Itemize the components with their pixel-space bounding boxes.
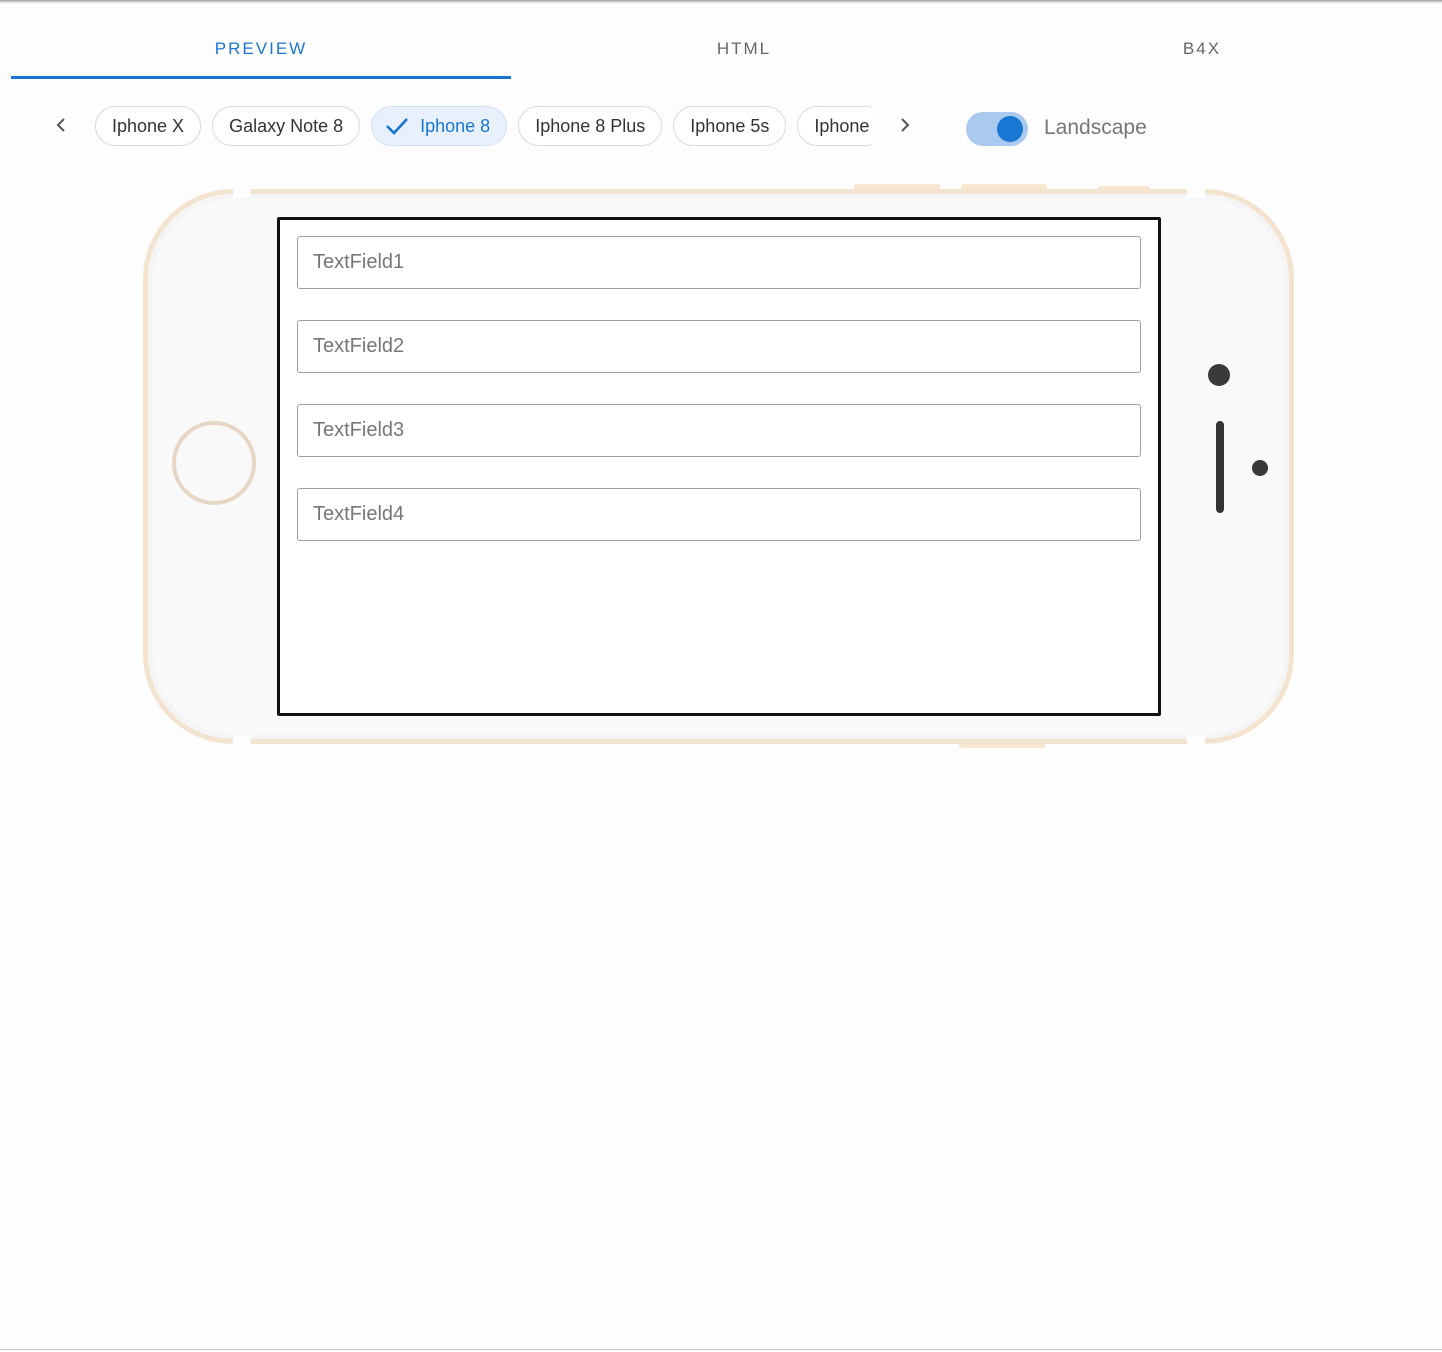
antenna-line <box>233 188 251 198</box>
chip-scroll-area: Iphone X Galaxy Note 8 Iphone 8 Iphone 8… <box>92 100 872 152</box>
tab-preview[interactable]: PREVIEW <box>11 20 511 78</box>
chip-iphone-x[interactable]: Iphone X <box>95 106 202 146</box>
chip-label: Iphone <box>814 115 870 136</box>
scroll-left-button[interactable] <box>46 110 76 140</box>
textfield-4[interactable] <box>297 488 1141 541</box>
chip-label: Iphone 5s <box>690 115 770 136</box>
chip-label: Iphone 8 Plus <box>535 115 646 136</box>
device-selector: Iphone X Galaxy Note 8 Iphone 8 Iphone 8… <box>0 100 1442 152</box>
tab-indicator <box>11 76 511 79</box>
chip-iphone-8-plus[interactable]: Iphone 8 Plus <box>518 106 663 146</box>
chip-label: Galaxy Note 8 <box>229 115 344 136</box>
textfield-2[interactable] <box>297 320 1141 373</box>
chevron-right-icon <box>901 118 910 132</box>
scroll-right-button[interactable] <box>890 110 920 140</box>
antenna-line <box>1187 188 1205 198</box>
textfield-1[interactable] <box>297 236 1141 289</box>
tab-html[interactable]: HTML <box>494 20 994 78</box>
chip-galaxy-note-8[interactable]: Galaxy Note 8 <box>212 106 361 146</box>
chip-iphone[interactable]: Iphone <box>797 106 872 146</box>
chip-label: Iphone 8 <box>420 115 491 136</box>
front-camera <box>1208 364 1230 386</box>
home-button[interactable] <box>172 421 256 505</box>
chip-iphone-8[interactable]: Iphone 8 <box>371 106 508 146</box>
toggle-thumb <box>997 116 1023 142</box>
antenna-line <box>233 735 251 745</box>
textfield-3[interactable] <box>297 404 1141 457</box>
bottom-divider <box>0 1349 1442 1350</box>
chip-iphone-5s[interactable]: Iphone 5s <box>673 106 787 146</box>
antenna-line <box>1187 735 1205 745</box>
proximity-sensor <box>1252 460 1268 476</box>
chip-label: Iphone X <box>112 115 185 136</box>
tab-bar: PREVIEW HTML B4X <box>11 20 1431 80</box>
check-icon <box>386 118 409 135</box>
landscape-label: Landscape <box>1044 116 1147 139</box>
earpiece-speaker <box>1216 421 1224 513</box>
top-shadow <box>0 0 1442 4</box>
phone-screen <box>277 217 1161 716</box>
tab-b4x[interactable]: B4X <box>952 20 1442 78</box>
chevron-left-icon <box>56 118 65 132</box>
phone-mockup <box>143 184 1296 750</box>
landscape-toggle[interactable] <box>966 110 1030 148</box>
